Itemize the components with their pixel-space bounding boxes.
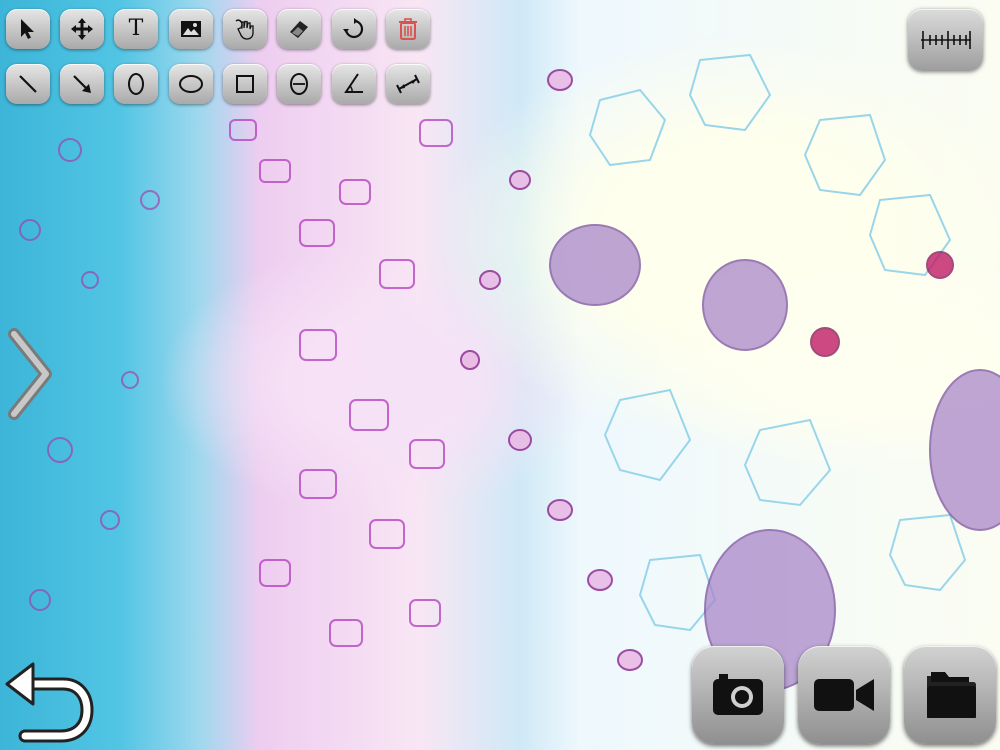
folder-icon	[927, 672, 976, 718]
circle-diameter-tool-button[interactable]	[277, 64, 321, 104]
trash-icon	[399, 18, 417, 40]
capture-photo-button[interactable]	[692, 646, 784, 744]
rectangle-icon	[236, 75, 254, 93]
image-tool-button[interactable]	[169, 9, 213, 49]
microscope-specimen-view	[0, 0, 1000, 750]
record-video-button[interactable]	[798, 646, 890, 744]
vertical-ellipse-tool-button[interactable]	[114, 64, 158, 104]
freehand-tool-button[interactable]	[223, 9, 267, 49]
pointer-tool-button[interactable]	[6, 9, 50, 49]
camera-icon	[713, 674, 763, 715]
line-tool-button[interactable]	[6, 64, 50, 104]
horizontal-ellipse-tool-button[interactable]	[169, 64, 213, 104]
text-tool-button[interactable]: T	[114, 9, 158, 49]
text-icon: T	[128, 16, 144, 41]
image-icon	[181, 21, 201, 37]
plant-tissue-cross-section	[19, 53, 1000, 691]
eraser-tool-button[interactable]	[277, 9, 321, 49]
circle-diameter-icon	[290, 73, 308, 95]
video-camera-icon	[814, 679, 874, 711]
line-icon	[19, 75, 37, 93]
ellipse-horizontal-icon	[179, 75, 203, 93]
angle-icon	[344, 73, 363, 93]
rotate-icon	[343, 18, 364, 39]
arrow-tool-button[interactable]	[60, 64, 104, 104]
measure-tool-button[interactable]	[386, 64, 430, 104]
move-cross-icon	[71, 18, 93, 40]
hand-draw-icon	[235, 19, 254, 40]
delete-button[interactable]	[386, 9, 430, 49]
open-gallery-button[interactable]	[904, 646, 996, 744]
chevron-right-icon[interactable]	[6, 328, 54, 420]
angle-tool-button[interactable]	[332, 64, 376, 104]
move-tool-button[interactable]	[60, 9, 104, 49]
eraser-icon	[290, 21, 308, 38]
undo-icon[interactable]	[3, 652, 97, 746]
measure-length-icon	[396, 74, 420, 94]
scale-ruler-button[interactable]	[908, 9, 983, 71]
arrow-line-icon	[73, 75, 91, 93]
rotate-tool-button[interactable]	[332, 9, 376, 49]
ellipse-vertical-icon	[128, 73, 144, 95]
pointer-arrow-icon	[21, 19, 34, 39]
ruler-scale-icon	[920, 31, 971, 49]
rectangle-tool-button[interactable]	[223, 64, 267, 104]
